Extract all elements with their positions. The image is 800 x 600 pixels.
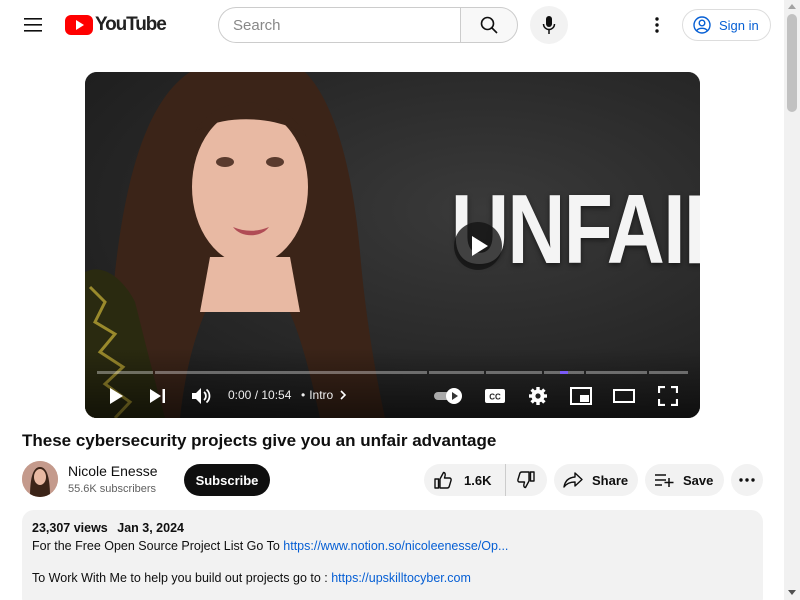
avatar-image bbox=[22, 461, 58, 497]
scroll-down-arrow-icon[interactable] bbox=[788, 590, 796, 595]
search-input[interactable] bbox=[233, 16, 461, 34]
chapter-title-button[interactable]: • Intro bbox=[301, 388, 349, 402]
closed-captions-icon: CC bbox=[485, 389, 505, 403]
scrollbar-thumb[interactable] bbox=[787, 14, 797, 112]
youtube-play-logo-icon bbox=[65, 15, 93, 35]
hamburger-icon bbox=[24, 18, 42, 32]
guide-menu-button[interactable] bbox=[13, 5, 53, 45]
progress-chapter-segment[interactable] bbox=[649, 371, 688, 374]
search-icon bbox=[480, 16, 498, 34]
miniplayer-button[interactable] bbox=[568, 383, 594, 409]
mute-button[interactable] bbox=[188, 383, 214, 409]
masthead: YouTube Sign in bbox=[0, 0, 784, 50]
chapter-title: Intro bbox=[309, 388, 334, 402]
channel-name[interactable]: Nicole Enesse bbox=[68, 463, 158, 479]
view-count: 23,307 views bbox=[32, 521, 108, 535]
play-icon bbox=[110, 388, 123, 404]
description-text: To Work With Me to help you build out pr… bbox=[32, 571, 332, 585]
playlist-add-icon bbox=[655, 474, 674, 487]
search-box[interactable] bbox=[218, 7, 461, 43]
progress-chapter-segment[interactable] bbox=[154, 371, 427, 374]
upskill-link[interactable]: https://upskilltocyber.com bbox=[331, 571, 471, 585]
volume-icon bbox=[192, 388, 211, 404]
sign-in-button[interactable]: Sign in bbox=[682, 9, 771, 41]
upload-date: Jan 3, 2024 bbox=[117, 521, 184, 535]
progress-chapter-segment[interactable] bbox=[428, 371, 485, 374]
scroll-up-arrow-icon[interactable] bbox=[788, 4, 796, 9]
share-button[interactable]: Share bbox=[554, 464, 638, 496]
vertical-dots-icon bbox=[655, 17, 659, 33]
microphone-icon bbox=[542, 16, 556, 34]
logo-text: YouTube bbox=[95, 14, 167, 35]
like-count: 1.6K bbox=[464, 472, 492, 488]
share-label: Share bbox=[592, 472, 629, 488]
chevron-right-icon bbox=[340, 390, 347, 400]
subscriber-count: 55.6K subscribers bbox=[68, 483, 157, 495]
description-line: To Work With Me to help you build out pr… bbox=[32, 571, 753, 585]
theater-mode-button[interactable] bbox=[611, 383, 637, 409]
dislike-button[interactable] bbox=[506, 464, 546, 496]
theater-mode-icon bbox=[613, 389, 635, 403]
notion-link[interactable]: https://www.notion.so/nicoleenesse/Op... bbox=[283, 539, 508, 553]
progress-chapter-segment[interactable] bbox=[97, 371, 153, 374]
autoplay-knob-icon bbox=[446, 388, 462, 404]
video-title: These cybersecurity projects give you an… bbox=[22, 431, 497, 450]
more-actions-button[interactable] bbox=[731, 464, 763, 496]
large-play-button[interactable] bbox=[454, 222, 502, 270]
channel-avatar[interactable] bbox=[22, 461, 58, 497]
svg-text:CC: CC bbox=[489, 393, 501, 402]
sign-in-label: Sign in bbox=[719, 17, 759, 33]
fullscreen-icon bbox=[658, 386, 678, 406]
horizontal-dots-icon bbox=[739, 478, 755, 482]
controls-gradient bbox=[85, 348, 700, 418]
description-line: For the Free Open Source Project List Go… bbox=[32, 539, 753, 553]
like-button[interactable]: 1.6K bbox=[424, 464, 506, 496]
skip-next-icon bbox=[150, 389, 165, 403]
time-display: 0:00 / 10:54 bbox=[228, 388, 292, 402]
autoplay-toggle[interactable] bbox=[434, 388, 464, 404]
thumbs-up-icon bbox=[434, 471, 452, 489]
description-text: For the Free Open Source Project List Go… bbox=[32, 539, 284, 553]
description-box[interactable]: 23,307 views Jan 3, 2024 For the Free Op… bbox=[22, 510, 763, 600]
voice-search-button[interactable] bbox=[530, 6, 568, 44]
save-label: Save bbox=[683, 472, 714, 488]
thumbs-down-icon bbox=[517, 471, 535, 489]
subscribe-button[interactable]: Subscribe bbox=[184, 464, 270, 496]
settings-button[interactable] bbox=[525, 383, 551, 409]
play-button[interactable] bbox=[103, 383, 129, 409]
progress-bar[interactable] bbox=[97, 371, 688, 374]
video-player[interactable]: UNFAIR 0:00 / 10:54 • Intro CC bbox=[85, 72, 700, 418]
account-circle-icon bbox=[693, 16, 711, 34]
progress-chapter-segment[interactable] bbox=[585, 371, 648, 374]
description-meta: 23,307 views Jan 3, 2024 bbox=[32, 521, 753, 535]
save-button[interactable]: Save bbox=[645, 464, 724, 496]
youtube-logo[interactable]: YouTube bbox=[65, 14, 167, 36]
next-button[interactable] bbox=[145, 383, 171, 409]
subtitles-button[interactable]: CC bbox=[482, 383, 508, 409]
share-arrow-icon bbox=[563, 472, 583, 488]
progress-chapter-segment[interactable] bbox=[543, 371, 584, 374]
search-button[interactable] bbox=[460, 7, 518, 43]
settings-more-button[interactable] bbox=[640, 7, 674, 43]
gear-icon bbox=[529, 387, 547, 405]
like-dislike-group: 1.6K bbox=[424, 464, 547, 496]
page-scrollbar[interactable] bbox=[784, 0, 800, 600]
miniplayer-icon bbox=[570, 387, 592, 405]
chapter-separator: • bbox=[301, 388, 306, 402]
fullscreen-button[interactable] bbox=[655, 383, 681, 409]
progress-chapter-segment[interactable] bbox=[486, 371, 542, 374]
